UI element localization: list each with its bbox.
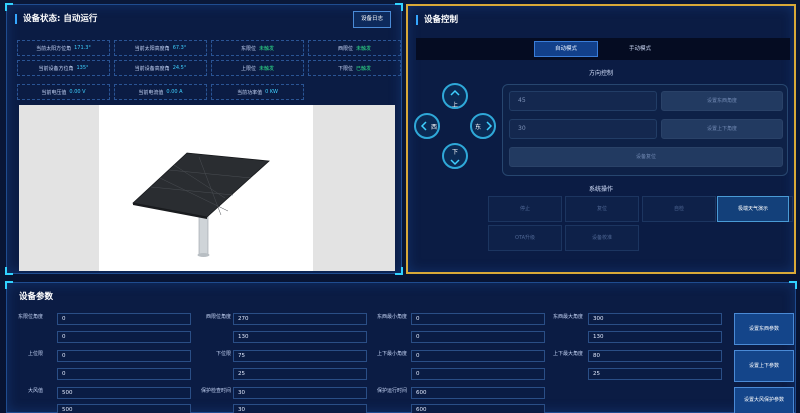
status-cell-device-azimuth: 当前设备方位角 135° [17, 60, 110, 76]
ew-min-label: 东西最小角度 [376, 314, 407, 320]
protect-check-label: 保护检查时间 [200, 388, 231, 394]
ud-min-input[interactable]: 0 [411, 350, 545, 362]
dpad-east-button[interactable]: 东 [470, 113, 496, 139]
east-limit-input[interactable]: 0 [57, 313, 191, 325]
corner-decoration [5, 3, 13, 11]
solar-panel-model-icon [132, 152, 270, 257]
protect-check-input[interactable]: 30 [233, 387, 367, 399]
ew-max-label: 东西最大角度 [552, 314, 583, 320]
dpad-west-button[interactable]: 西 [414, 113, 440, 139]
ota-upgrade-button[interactable]: OTA升级 [488, 225, 562, 251]
ud-min-label: 上下最小角度 [376, 351, 407, 357]
chevron-down-icon [450, 159, 460, 166]
status-title: 设备状态: 自动运行 [15, 14, 97, 24]
self-check-button[interactable]: 自检 [642, 196, 716, 222]
status-grid: 当前太阳方位角 171.3° 当前太阳高度角 67.3° 东限位 未触发 西限位 未触发… [17, 40, 401, 76]
ew-max-input-2[interactable]: 130 [588, 331, 722, 343]
extreme-weather-demo-button[interactable]: 极端天气演示 [717, 196, 789, 222]
up-limit-input-2[interactable]: 0 [57, 368, 191, 380]
ud-angle-input[interactable]: 30 [509, 119, 657, 139]
status-cell-up-limit: 上限位 未触发 [211, 60, 304, 76]
chevron-right-icon [486, 121, 493, 131]
status-grid-electrical: 当前电压值 0.00 V 当前电流值 0.00 A 当前功率值 0 KW [17, 84, 401, 100]
ew-angle-input[interactable]: 45 [509, 91, 657, 111]
up-limit-label: 上位限 [27, 351, 43, 357]
tab-manual-mode[interactable]: 手动模式 [608, 41, 672, 57]
status-cell-device-elevation: 当前设备高度角 24.5° [114, 60, 207, 76]
set-ud-params-button[interactable]: 设置上下参数 [734, 350, 794, 382]
direction-pad: 上 西 东 下 [414, 83, 498, 173]
control-title: 设备控制 [416, 15, 458, 25]
corner-decoration [5, 267, 13, 275]
status-cell-sun-azimuth: 当前太阳方位角 171.3° [17, 40, 110, 56]
status-cell-voltage: 当前电压值 0.00 V [17, 84, 110, 100]
status-cell-sun-elevation: 当前太阳高度角 67.3° [114, 40, 207, 56]
protect-run-label: 保护运行时间 [376, 388, 407, 394]
calibrate-button[interactable]: 设备校准 [565, 225, 639, 251]
tab-auto-mode[interactable]: 自动模式 [534, 41, 598, 57]
down-limit-input-2[interactable]: 25 [233, 368, 367, 380]
ew-min-input[interactable]: 0 [411, 313, 545, 325]
device-status-panel: 设备状态: 自动运行 设备日志 当前太阳方位角 171.3° 当前太阳高度角 67.… [5, 3, 403, 275]
west-limit-input-2[interactable]: 130 [233, 331, 367, 343]
set-ud-angle-button[interactable]: 设置上下角度 [661, 119, 783, 139]
status-cell-down-limit: 下限位 已触发 [308, 60, 401, 76]
ud-max-label: 上下最大角度 [552, 351, 583, 357]
status-cell-west-limit: 西限位 未触发 [308, 40, 401, 56]
stop-button[interactable]: 停止 [488, 196, 562, 222]
status-cell-power: 当前功率值 0 KW [211, 84, 304, 100]
ud-max-input[interactable]: 80 [588, 350, 722, 362]
protect-run-input[interactable]: 600 [411, 387, 545, 399]
device-reset-button[interactable]: 设备复位 [509, 147, 783, 167]
solar-tracker-3d-viewer[interactable] [19, 105, 395, 271]
ew-max-input[interactable]: 300 [588, 313, 722, 325]
corner-decoration [789, 281, 797, 289]
up-limit-input[interactable]: 0 [57, 350, 191, 362]
east-limit-label: 东限位角度 [17, 314, 43, 320]
dpad-up-button[interactable]: 上 [442, 83, 468, 109]
west-limit-input[interactable]: 270 [233, 313, 367, 325]
set-ew-params-button[interactable]: 设置东西参数 [734, 313, 794, 345]
set-wind-protect-button[interactable]: 设置大风保护参数 [734, 387, 794, 413]
corner-decoration [395, 267, 403, 275]
wind-input-2[interactable]: 500 [57, 404, 191, 413]
ew-min-input-2[interactable]: 0 [411, 331, 545, 343]
angle-control-box: 45 设置东西角度 30 设置上下角度 设备复位 [502, 84, 788, 176]
status-cell-east-limit: 东限位 未触发 [211, 40, 304, 56]
wind-label: 大风值 [27, 388, 43, 394]
device-control-panel: 设备控制 自动模式 手动模式 方向控制 上 西 东 下 45 设置东西角度 30… [406, 4, 796, 274]
protect-run-input-2[interactable]: 600 [411, 404, 545, 413]
down-limit-input[interactable]: 75 [233, 350, 367, 362]
corner-decoration [395, 3, 403, 11]
viewer-canvas[interactable] [99, 105, 313, 271]
ud-min-input-2[interactable]: 0 [411, 368, 545, 380]
params-title: 设备参数 [19, 292, 54, 302]
direction-control-title: 方向控制 [588, 70, 613, 77]
wind-input[interactable]: 500 [57, 387, 191, 399]
app-root: 设备状态: 自动运行 设备日志 当前太阳方位角 171.3° 当前太阳高度角 67.… [0, 0, 800, 413]
west-limit-label: 西限位角度 [205, 314, 231, 320]
corner-decoration [5, 281, 13, 289]
dpad-down-button[interactable]: 下 [442, 143, 468, 169]
mode-switcher: 自动模式 手动模式 [416, 38, 790, 60]
system-ops-title: 系统操作 [588, 186, 613, 193]
device-log-button[interactable]: 设备日志 [353, 11, 391, 28]
protect-check-input-2[interactable]: 30 [233, 404, 367, 413]
device-params-panel: 设备参数 东限位角度 0 0 西限位角度 270 130 东西最小角度 0 0 … [5, 281, 797, 413]
down-limit-label: 下位限 [215, 351, 231, 357]
ud-max-input-2[interactable]: 25 [588, 368, 722, 380]
status-cell-current: 当前电流值 0.00 A [114, 84, 207, 100]
reset-button[interactable]: 复位 [565, 196, 639, 222]
east-limit-input-2[interactable]: 0 [57, 331, 191, 343]
set-ew-angle-button[interactable]: 设置东西角度 [661, 91, 783, 111]
